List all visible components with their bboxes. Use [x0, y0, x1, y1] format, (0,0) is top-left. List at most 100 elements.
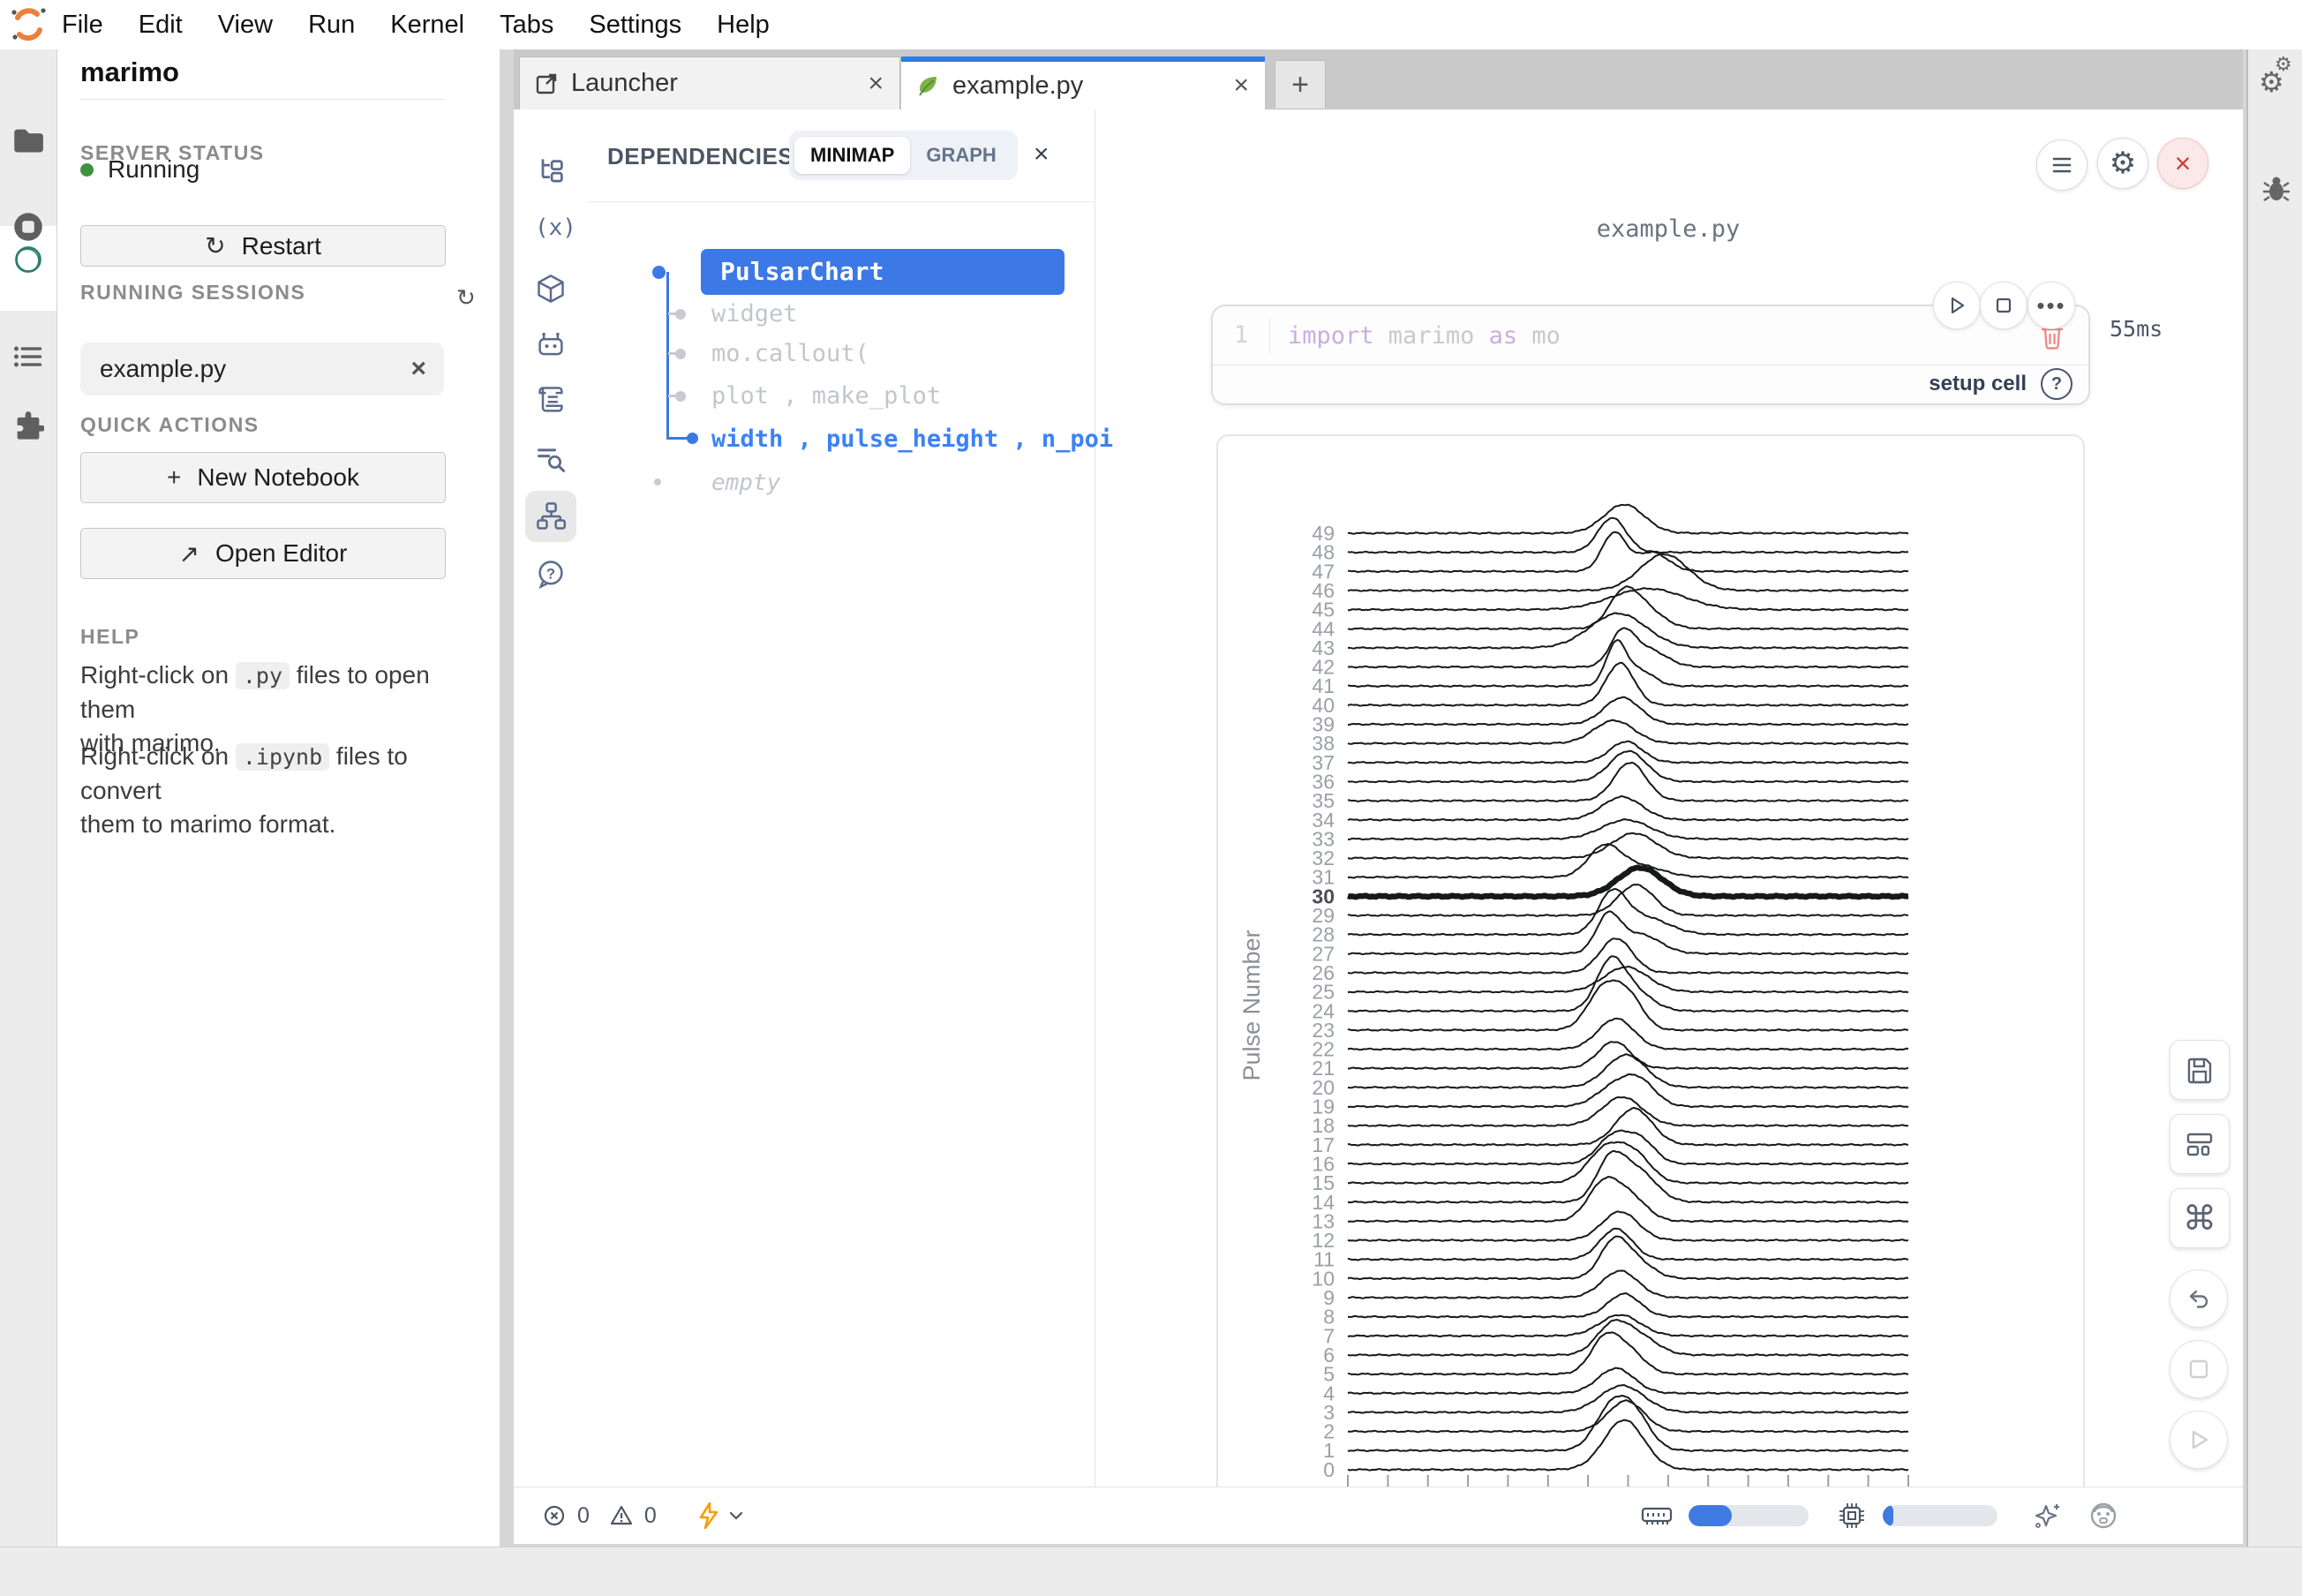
- tab-label: Launcher: [571, 69, 868, 98]
- help-text: them to marimo format.: [80, 810, 335, 838]
- dependency-item[interactable]: plot , make_plot: [711, 380, 941, 412]
- menu-run[interactable]: Run: [308, 11, 355, 40]
- undo-button[interactable]: [2170, 1269, 2228, 1328]
- command-icon: ⌘: [2183, 1199, 2216, 1238]
- svg-text:0: 0: [1323, 1458, 1335, 1481]
- code-chip: .py: [236, 662, 290, 689]
- restart-icon: ↻: [205, 231, 225, 260]
- new-notebook-button[interactable]: + New Notebook: [80, 452, 446, 503]
- menu-view[interactable]: View: [218, 11, 273, 40]
- dependency-graph-icon[interactable]: [535, 501, 567, 532]
- refresh-sessions-icon[interactable]: ↻: [456, 284, 476, 312]
- session-item[interactable]: example.py ×: [80, 343, 444, 395]
- scratchpad-icon[interactable]: [535, 384, 567, 416]
- tab-example-py[interactable]: example.py ×: [901, 56, 1265, 109]
- file-browser-icon[interactable]: [12, 124, 44, 156]
- layout-toggle-button[interactable]: [2170, 1114, 2230, 1174]
- tab-close-icon[interactable]: ×: [1233, 71, 1249, 101]
- restart-button[interactable]: ↻ Restart: [80, 225, 446, 267]
- keyboard-shortcuts-button[interactable]: ⌘: [2170, 1188, 2230, 1248]
- notebook-footer: 0 0: [514, 1487, 2243, 1544]
- menu-tabs[interactable]: Tabs: [500, 11, 553, 40]
- cell-output-card: Pulse Number0204060801001201401601802002…: [1216, 434, 2085, 1487]
- memory-usage-bar: [1689, 1505, 1809, 1526]
- diagnostics-group[interactable]: 0 0: [542, 1503, 662, 1529]
- server-status-row: Running: [80, 155, 199, 184]
- toggle-minimap[interactable]: MINIMAP: [794, 137, 910, 174]
- file-tree-icon[interactable]: [535, 156, 567, 188]
- pulsar-chart: Pulse Number0204060801001201401601802002…: [1218, 436, 2085, 1487]
- menu-kernel[interactable]: Kernel: [390, 11, 464, 40]
- robot-icon[interactable]: [535, 329, 567, 361]
- server-status-value: Running: [108, 155, 199, 184]
- minimap-node-dot: [654, 478, 661, 486]
- resource-group: [1641, 1501, 2119, 1531]
- help-text: Right-click on: [80, 661, 236, 689]
- divider: [80, 99, 444, 100]
- minimap-node-dot: [675, 391, 686, 402]
- table-of-contents-icon[interactable]: [12, 341, 44, 373]
- minimap-node-dot: [687, 433, 698, 444]
- external-link-icon: [534, 72, 559, 96]
- memory-icon: [1641, 1502, 1673, 1529]
- copilot-icon[interactable]: [2088, 1501, 2119, 1531]
- extensions-icon[interactable]: [12, 410, 44, 442]
- new-notebook-label: New Notebook: [197, 463, 359, 492]
- variables-icon[interactable]: (x): [535, 215, 567, 246]
- interrupt-button[interactable]: [2170, 1340, 2228, 1398]
- logs-icon[interactable]: [535, 443, 567, 475]
- chevron-down-icon: [727, 1507, 745, 1524]
- new-tab-button[interactable]: +: [1275, 60, 1326, 109]
- run-all-button[interactable]: [2170, 1411, 2228, 1469]
- svg-text:?: ?: [546, 566, 555, 583]
- close-panel-icon[interactable]: ×: [1034, 139, 1049, 169]
- right-sidebar: ⚙ ⚙: [2246, 49, 2302, 1547]
- status-dot-icon: [80, 163, 94, 177]
- dependency-item[interactable]: widget: [711, 298, 798, 330]
- open-editor-label: Open Editor: [215, 539, 347, 568]
- dependencies-header: DEPENDENCIES MINIMAP GRAPH ×: [588, 109, 1095, 202]
- tab-close-icon[interactable]: ×: [868, 69, 884, 99]
- menu-help[interactable]: Help: [717, 11, 770, 40]
- errors-icon: [542, 1503, 567, 1528]
- menu-settings[interactable]: Settings: [589, 11, 681, 40]
- undo-icon: [2185, 1285, 2212, 1312]
- packages-icon[interactable]: [535, 273, 567, 305]
- code-chip: .ipynb: [236, 743, 329, 771]
- notebook-scroll-area[interactable]: Pulse Number0204060801001201401601802002…: [1095, 109, 2243, 1487]
- dependency-item[interactable]: mo.callout(: [711, 338, 869, 370]
- application-window: FileEditViewRunKernelTabsSettingsHelp ma…: [0, 0, 2302, 1596]
- view-toggle: MINIMAP GRAPH: [789, 131, 1018, 180]
- warnings-icon: [609, 1503, 634, 1528]
- dependencies-panel: DEPENDENCIES MINIMAP GRAPH × PulsarChart…: [588, 109, 1095, 1487]
- arrow-up-right-icon: ↗: [179, 539, 199, 568]
- status-bar: Simple 0 example.py 1: [0, 1547, 2302, 1596]
- restart-label: Restart: [242, 232, 321, 260]
- lightning-icon: [697, 1502, 720, 1529]
- run-mode-group[interactable]: [697, 1502, 745, 1529]
- cpu-icon: [1837, 1501, 1867, 1531]
- save-icon: [2185, 1056, 2214, 1084]
- running-terminals-icon[interactable]: [12, 211, 44, 243]
- dependency-item[interactable]: width , pulse_height , n_poi: [711, 424, 1113, 455]
- open-editor-button[interactable]: ↗ Open Editor: [80, 528, 446, 579]
- tab-launcher[interactable]: Launcher ×: [519, 56, 900, 109]
- minimap-node-dot: [675, 309, 686, 320]
- save-notebook-button[interactable]: [2170, 1040, 2230, 1100]
- notebook-tool-strip: (x) ?: [514, 109, 589, 1487]
- ai-sparkle-icon[interactable]: [2033, 1501, 2063, 1531]
- minimap-node-dot: [675, 349, 686, 359]
- help-icon[interactable]: ?: [535, 558, 567, 590]
- marimo-sidebar-icon[interactable]: [12, 244, 44, 275]
- dependency-item[interactable]: PulsarChart: [701, 249, 1064, 295]
- dependency-item[interactable]: empty: [711, 467, 780, 499]
- debugger-icon[interactable]: [2261, 173, 2292, 205]
- leaf-icon: [915, 73, 940, 98]
- menu-edit[interactable]: Edit: [139, 11, 183, 40]
- session-close-icon[interactable]: ×: [410, 354, 426, 384]
- play-icon: [2187, 1428, 2210, 1451]
- toggle-graph[interactable]: GRAPH: [910, 137, 1012, 174]
- stop-icon: [2187, 1358, 2210, 1381]
- memory-usage-fill: [1689, 1505, 1732, 1526]
- menu-file[interactable]: File: [62, 11, 103, 40]
